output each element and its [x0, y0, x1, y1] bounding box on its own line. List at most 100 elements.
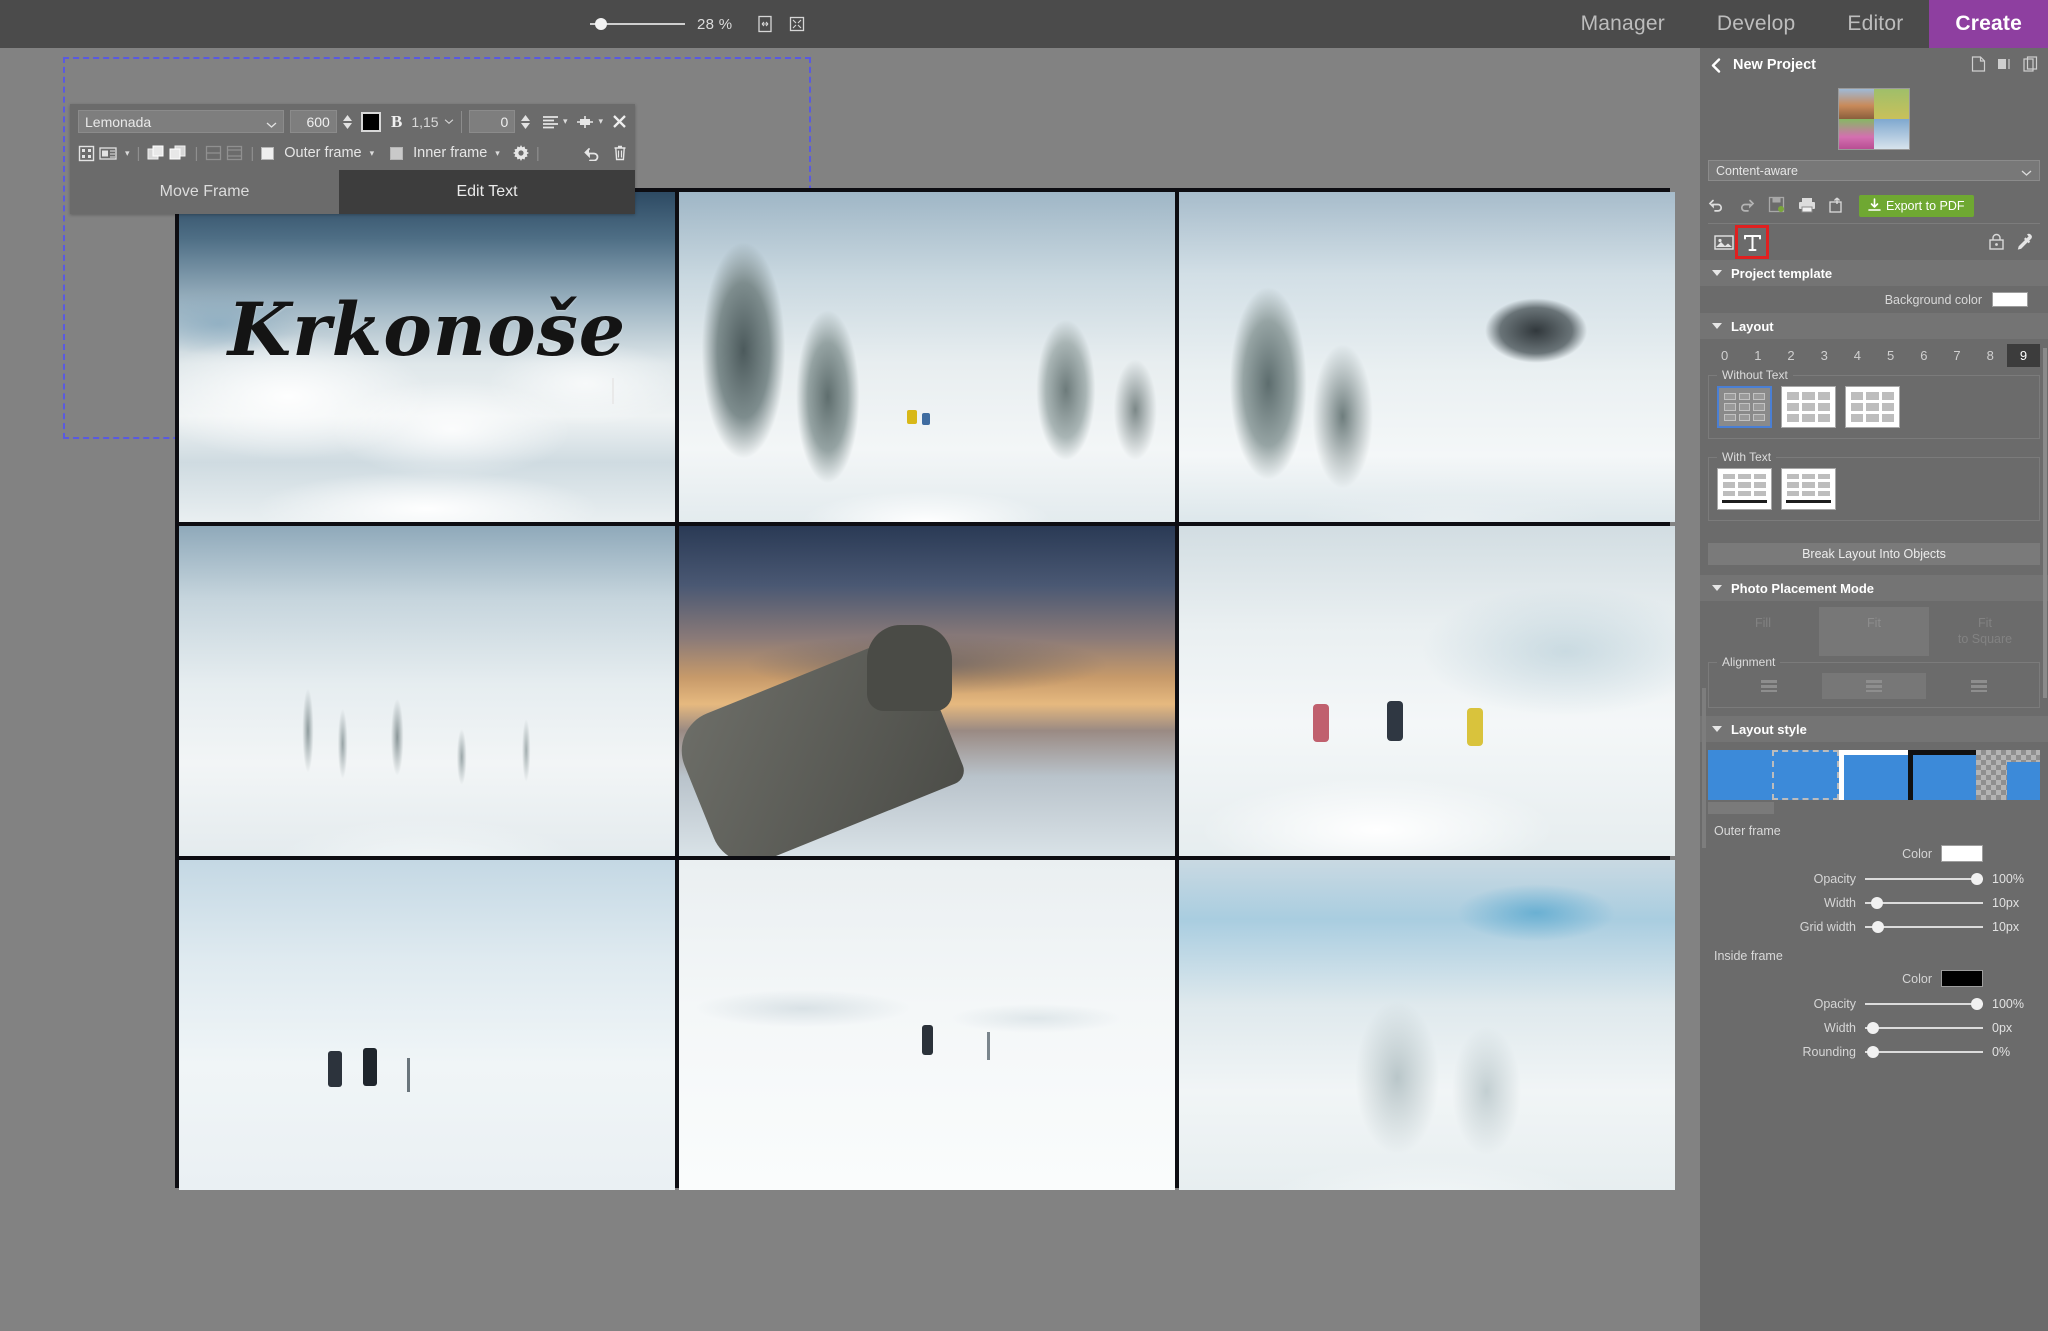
text-flow-caret-icon[interactable]: ▾ [125, 148, 130, 159]
placement-option-fit-to-square[interactable]: Fit to Square [1930, 607, 2040, 656]
title-text[interactable]: Krkonoše [179, 287, 675, 373]
fit-width-icon[interactable] [755, 14, 775, 34]
photo-three-hikers-snow[interactable] [1179, 526, 1675, 856]
layout-count-7[interactable]: 7 [1940, 344, 1973, 367]
inside-frame-rounding-slider[interactable] [1865, 1046, 1983, 1059]
vertical-align-icon[interactable] [576, 115, 594, 129]
inside-frame-width-slider[interactable] [1865, 1022, 1983, 1035]
layout-count-5[interactable]: 5 [1874, 344, 1907, 367]
bring-forward-icon[interactable] [147, 145, 165, 161]
text-color-swatch[interactable] [361, 111, 381, 132]
photo-collage-grid[interactable]: Krkonoše [175, 188, 1675, 1190]
inside-frame-color-swatch[interactable] [1941, 970, 1983, 988]
layout-style-white-frame[interactable] [1839, 750, 1908, 801]
move-frame-button[interactable]: Move Frame [70, 170, 339, 214]
new-page-icon[interactable] [1971, 55, 1986, 75]
section-header-layout-style[interactable]: Layout style [1700, 716, 2048, 743]
letter-spacing-stepper[interactable] [519, 114, 532, 129]
nav-item-develop[interactable]: Develop [1691, 0, 1821, 48]
layout-count-4[interactable]: 4 [1841, 344, 1874, 367]
section-header-layout[interactable]: Layout [1700, 313, 2048, 339]
outer-frame-opacity-slider[interactable] [1865, 873, 1983, 886]
photo-lone-hiker-white-field[interactable] [679, 860, 1175, 1190]
layout-count-8[interactable]: 8 [1974, 344, 2007, 367]
inner-frame-checkbox[interactable] [390, 146, 404, 160]
layout-tile-text-a[interactable] [1717, 468, 1772, 510]
outer-frame-checkbox[interactable] [261, 146, 275, 160]
undo-icon[interactable] [1708, 197, 1725, 215]
share-icon[interactable] [1829, 197, 1846, 216]
letter-spacing-input[interactable]: 0 [468, 110, 516, 133]
canvas-area[interactable]: Krkonoše Lemonada 600 B 1,15 0 ▾ ▾ ▾ | |… [0, 48, 1700, 1331]
alignment-center[interactable] [1822, 673, 1926, 700]
layout-count-0[interactable]: 0 [1708, 344, 1741, 367]
layout-count-1[interactable]: 1 [1741, 344, 1774, 367]
placement-option-fit[interactable]: Fit [1819, 607, 1929, 657]
placement-option-fill[interactable]: Fill [1708, 607, 1818, 656]
photo-snowy-sky-with-title[interactable]: Krkonoše [179, 192, 675, 522]
font-size-input[interactable]: 600 [290, 110, 337, 133]
vertical-align-caret-icon[interactable]: ▾ [598, 116, 603, 127]
project-thumbnail[interactable] [1838, 88, 1910, 150]
font-size-stepper[interactable] [341, 114, 354, 129]
layout-style-dashed[interactable] [1771, 750, 1840, 801]
save-icon[interactable] [1768, 196, 1785, 216]
page-numbering-icon[interactable] [1997, 56, 2012, 75]
panel-scrollbar[interactable] [2043, 348, 2047, 698]
image-mode-icon[interactable] [1710, 228, 1738, 256]
inner-frame-caret-icon[interactable]: ▾ [495, 148, 500, 159]
send-backward-icon[interactable] [169, 145, 187, 161]
font-family-select[interactable]: Lemonada [78, 110, 285, 133]
layout-count-9[interactable]: 9 [2006, 344, 2041, 367]
template-dropdown[interactable]: Content-aware [1708, 160, 2040, 181]
nav-item-manager[interactable]: Manager [1555, 0, 1691, 48]
nav-item-create[interactable]: Create [1929, 0, 2048, 48]
layout-count-2[interactable]: 2 [1774, 344, 1807, 367]
layout-tile-grid3x3-selected[interactable] [1717, 386, 1772, 428]
layout-count-3[interactable]: 3 [1808, 344, 1841, 367]
photo-frozen-branches-ridge[interactable] [179, 526, 675, 856]
edit-text-button[interactable]: Edit Text [339, 170, 635, 214]
layout-style-plain[interactable] [1708, 750, 1772, 801]
slider-knob[interactable] [1971, 998, 1983, 1011]
alignment-right[interactable] [1927, 673, 2031, 699]
line-height-select[interactable]: 1,15 [411, 114, 453, 130]
gear-icon[interactable] [512, 145, 529, 161]
close-icon[interactable] [612, 114, 627, 129]
nav-item-editor[interactable]: Editor [1821, 0, 1929, 48]
eyedropper-icon[interactable] [2010, 228, 2038, 256]
redo-icon[interactable] [1738, 197, 1755, 215]
section-header-project-template[interactable]: Project template [1700, 260, 2048, 286]
layout-tile-text-b[interactable] [1781, 468, 1836, 510]
background-color-swatch[interactable] [1992, 292, 2028, 307]
text-align-caret-icon[interactable]: ▾ [563, 116, 568, 127]
slider-knob[interactable] [1867, 1046, 1879, 1059]
layout-style-black-frame[interactable] [1907, 750, 1977, 801]
photo-two-hikers-signpost[interactable] [179, 860, 675, 1190]
slider-knob[interactable] [1871, 897, 1883, 910]
break-layout-button[interactable]: Break Layout Into Objects [1708, 543, 2040, 565]
photo-snow-covered-forest-lodge[interactable] [1179, 192, 1675, 522]
photo-snow-covered-trees-blue-sky[interactable] [1179, 860, 1675, 1190]
zoom-control[interactable]: 28 % [590, 0, 807, 48]
photo-snowy-trees-path[interactable] [679, 192, 1175, 522]
zoom-slider-knob[interactable] [595, 18, 607, 30]
outer-frame-caret-icon[interactable]: ▾ [370, 148, 375, 159]
layout-count-6[interactable]: 6 [1907, 344, 1940, 367]
inside-frame-opacity-slider[interactable] [1865, 998, 1983, 1011]
text-align-icon[interactable] [542, 115, 559, 129]
zoom-slider[interactable] [590, 17, 685, 31]
bold-button[interactable]: B [391, 112, 402, 132]
lock-icon[interactable] [1982, 228, 2010, 256]
slider-knob[interactable] [1971, 873, 1983, 886]
duplicate-page-icon[interactable] [2023, 55, 2038, 75]
slider-knob[interactable] [1867, 1022, 1879, 1035]
text-flow-icon[interactable] [99, 146, 117, 161]
layout-tile-grid3x3-b[interactable] [1781, 386, 1836, 428]
outer-frame-width-slider[interactable] [1865, 897, 1983, 910]
slider-knob[interactable] [1872, 921, 1884, 934]
trash-icon[interactable] [613, 145, 627, 161]
export-to-pdf-button[interactable]: Export to PDF [1859, 195, 1974, 217]
photo-hand-sunset-snow[interactable] [679, 526, 1175, 856]
undo-icon[interactable] [584, 146, 601, 161]
